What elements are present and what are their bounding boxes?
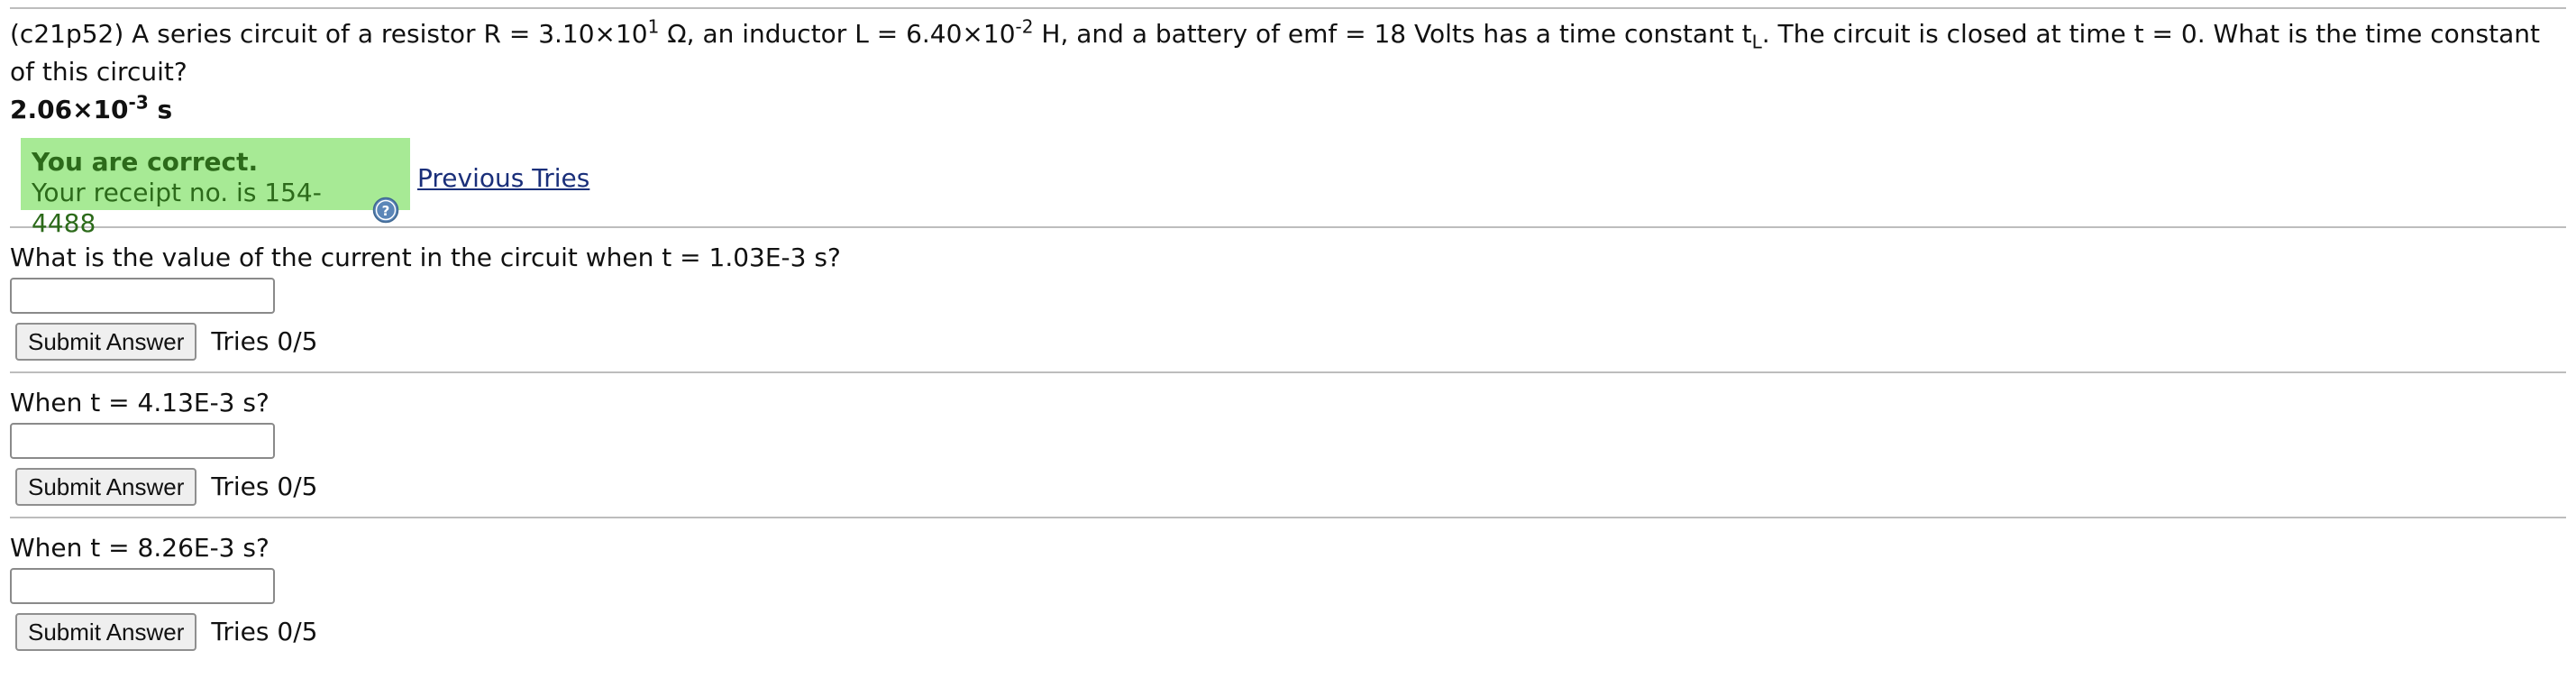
previous-tries-link[interactable]: Previous Tries [417,163,589,194]
part-3-submit-row: Submit Answer Tries 0/5 [10,613,2568,651]
receipt-line: Your receipt no. is 154-4488 ? [32,178,399,239]
part-3-question: When t = 8.26E-3 s? [10,533,269,563]
part-2-question: When t = 4.13E-3 s? [10,388,269,417]
answer-unit: s [148,95,173,124]
problem-id: (c21p52) [10,19,124,49]
resistance-exponent: 1 [647,15,660,38]
problem-statement: (c21p52) A series circuit of a resistor … [10,9,2568,91]
problem-text-part-1: A series circuit of a resistor R = 3.10×… [123,19,648,49]
answer-mantissa: 2.06×10 [10,95,129,124]
receipt-number: Your receipt no. is 154-4488 [32,178,322,238]
part-2-submit-row: Submit Answer Tries 0/5 [10,468,2568,506]
part-2-tries: Tries 0/5 [211,472,318,501]
part-2: When t = 4.13E-3 s? Submit Answer Tries … [10,373,2568,506]
part-2-submit-button[interactable]: Submit Answer [15,468,197,506]
feedback-row: You are correct. Your receipt no. is 154… [10,138,2568,238]
problem-text-part-3: H, and a battery of emf = 18 Volts has a… [1033,19,1752,49]
time-constant-subscript: L [1751,31,1762,53]
inductance-exponent: -2 [1015,15,1034,38]
part-1: What is the value of the current in the … [10,228,2568,361]
part-1-tries: Tries 0/5 [211,326,318,356]
part-1-submit-row: Submit Answer Tries 0/5 [10,323,2568,361]
answer-exponent: -3 [128,91,149,114]
part-1-submit-button[interactable]: Submit Answer [15,323,197,361]
part-3-tries: Tries 0/5 [211,617,318,646]
part-2-answer-input[interactable] [10,423,275,459]
correct-message: You are correct. [32,147,259,177]
problem-page: (c21p52) A series circuit of a resistor … [10,0,2568,662]
svg-text:?: ? [382,203,390,219]
part-3-submit-button[interactable]: Submit Answer [15,613,197,651]
question-mark-circle-icon[interactable]: ? [372,197,399,224]
submitted-answer: 2.06×10-3 s [10,91,2568,125]
top-spacer [10,0,2568,7]
problem-text-part-2: Ω, an inductor L = 6.40×10 [659,19,1016,49]
part-1-answer-input[interactable] [10,278,275,314]
correct-feedback-box: You are correct. Your receipt no. is 154… [21,138,410,238]
part-3: When t = 8.26E-3 s? Submit Answer Tries … [10,518,2568,651]
part-3-answer-input[interactable] [10,568,275,604]
